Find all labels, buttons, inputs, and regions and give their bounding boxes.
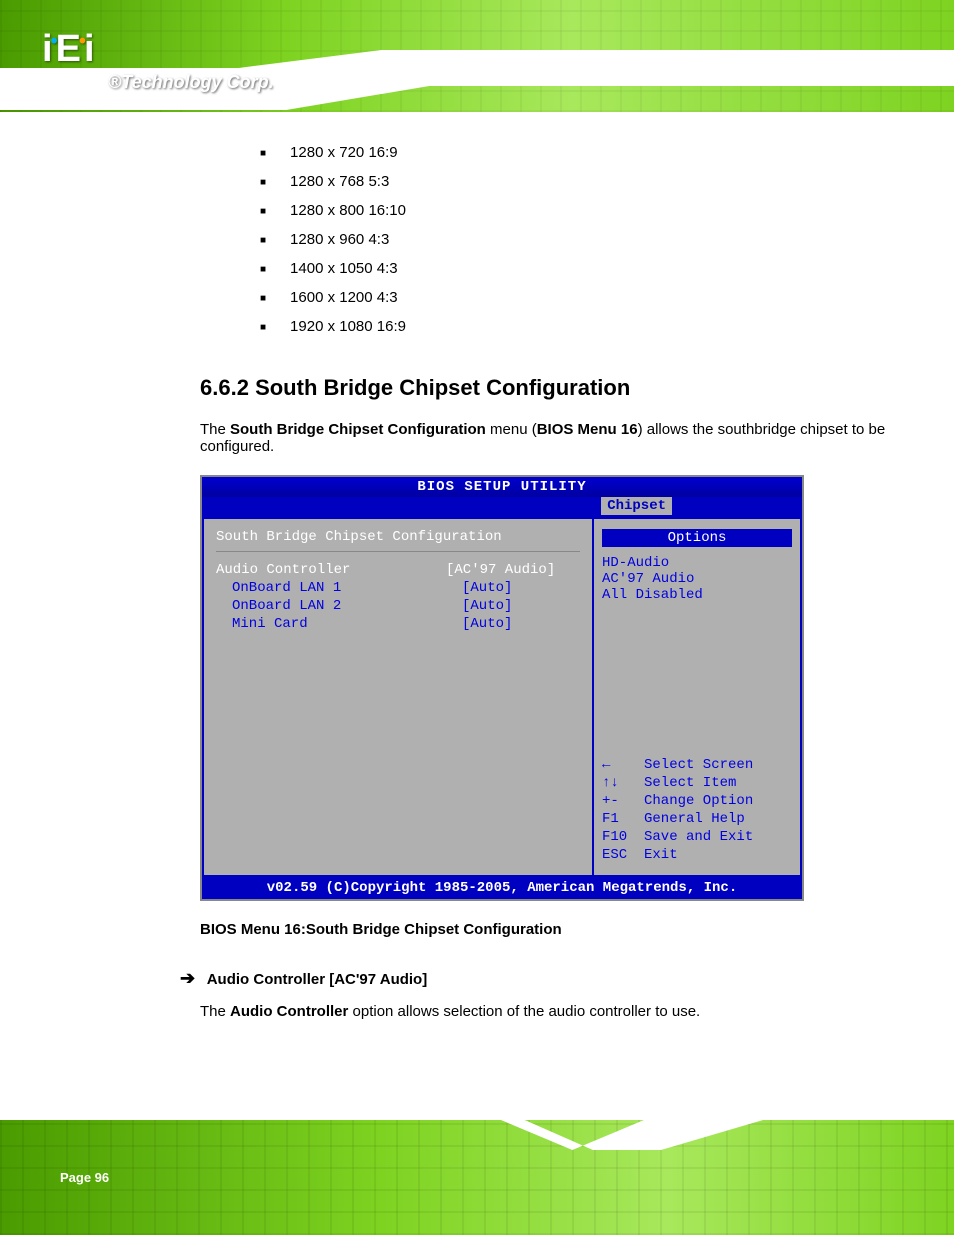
bios-screenshot: BIOS SETUP UTILITY Chipset South Bridge … (200, 475, 804, 901)
section-intro: The South Bridge Chipset Configuration m… (200, 421, 894, 455)
bios-option: HD-Audio (602, 555, 792, 571)
bios-help-line: ESCExit (602, 847, 792, 863)
header-product: AFL-4xxA-N270 Series Panel PC (693, 52, 899, 68)
bios-setting-value: [Auto] (462, 616, 512, 632)
list-item: 1600 x 1200 4:3 (260, 289, 894, 306)
bios-right-panel: Options HD-AudioAC'97 AudioAll Disabled … (592, 517, 802, 877)
logo-prefix: i (42, 28, 51, 70)
logo-e: E (56, 28, 79, 70)
bios-help-line: +-Change Option (602, 793, 792, 809)
subsection-heading: ➔ Audio Controller [AC'97 Audio] (180, 968, 894, 989)
figure-caption: BIOS Menu 16:South Bridge Chipset Config… (200, 921, 894, 938)
bios-help-key: +- (602, 793, 644, 809)
logo-suffix: i (84, 28, 93, 70)
text-ref: BIOS Menu 16 (537, 421, 638, 438)
bios-setting-label: OnBoard LAN 1 (216, 580, 462, 596)
text-bold: South Bridge Chipset Configuration (230, 421, 486, 438)
text-bold: Audio Controller (230, 1003, 348, 1020)
logo: i•E•i (42, 28, 93, 71)
bottom-banner: Page 96 (0, 1120, 954, 1235)
tagline: ®Technology Corp. (108, 72, 274, 93)
bios-left-panel: South Bridge Chipset Configuration Audio… (202, 517, 592, 877)
bios-help-key: F10 (602, 829, 644, 845)
bios-help-line: ↑↓Select Item (602, 775, 792, 791)
text: menu ( (486, 421, 537, 438)
bios-title: BIOS SETUP UTILITY (202, 477, 802, 497)
list-item: 1280 x 768 5:3 (260, 173, 894, 190)
resolution-list: 1280 x 720 16:9 1280 x 768 5:3 1280 x 80… (260, 144, 894, 335)
bios-help-line: F1General Help (602, 811, 792, 827)
text: option allows selection of the audio con… (348, 1003, 700, 1020)
bios-help-key: ↑↓ (602, 775, 644, 791)
divider (216, 551, 580, 552)
list-item: 1920 x 1080 16:9 (260, 318, 894, 335)
bios-options-header: Options (602, 529, 792, 547)
bios-help-text: Save and Exit (644, 829, 753, 845)
bios-help-key: F1 (602, 811, 644, 827)
bios-help-line: ←Select Screen (602, 757, 792, 773)
section-heading: 6.6.2 South Bridge Chipset Configuration (200, 375, 894, 401)
text: The (200, 1003, 230, 1020)
bios-tab-bar: Chipset (202, 497, 802, 517)
section-number: 6.6.2 (200, 375, 249, 400)
bios-setting-row: Mini Card[Auto] (216, 616, 580, 632)
bios-help-key: ← (602, 757, 644, 773)
bios-setting-label: Audio Controller (216, 562, 446, 578)
bios-option: All Disabled (602, 587, 792, 603)
bios-setting-row: OnBoard LAN 2[Auto] (216, 598, 580, 614)
bios-setting-value: [AC'97 Audio] (446, 562, 555, 578)
bios-setting-label: Mini Card (216, 616, 462, 632)
bios-tab-chipset: Chipset (601, 497, 672, 515)
text: The (200, 421, 230, 438)
bios-setting-value: [Auto] (462, 598, 512, 614)
subsection-title: Audio Controller [AC'97 Audio] (207, 971, 428, 988)
bios-help-text: General Help (644, 811, 745, 827)
list-item: 1280 x 960 4:3 (260, 231, 894, 248)
bios-help-text: Change Option (644, 793, 753, 809)
bios-option: AC'97 Audio (602, 571, 792, 587)
page-content: 1280 x 720 16:9 1280 x 768 5:3 1280 x 80… (0, 112, 954, 1020)
bios-help-text: Select Item (644, 775, 736, 791)
list-item: 1280 x 800 16:10 (260, 202, 894, 219)
page-number: Page 96 (60, 1170, 109, 1185)
bios-setting-label: OnBoard LAN 2 (216, 598, 462, 614)
list-item: 1400 x 1050 4:3 (260, 260, 894, 277)
bios-help-line: F10Save and Exit (602, 829, 792, 845)
bios-footer: v02.59 (C)Copyright 1985-2005, American … (202, 877, 802, 899)
bios-left-title: South Bridge Chipset Configuration (216, 529, 580, 545)
bios-setting-row: Audio Controller[AC'97 Audio] (216, 562, 580, 578)
bios-help-key: ESC (602, 847, 644, 863)
list-item: 1280 x 720 16:9 (260, 144, 894, 161)
bios-help: ←Select Screen↑↓Select Item+-Change Opti… (602, 755, 792, 865)
bios-setting-value: [Auto] (462, 580, 512, 596)
bios-setting-row: OnBoard LAN 1[Auto] (216, 580, 580, 596)
top-banner: i•E•i ®Technology Corp. AFL-4xxA-N270 Se… (0, 0, 954, 112)
bios-help-text: Exit (644, 847, 678, 863)
subsection-body: The Audio Controller option allows selec… (200, 1003, 894, 1020)
bios-help-text: Select Screen (644, 757, 753, 773)
section-title: South Bridge Chipset Configuration (255, 375, 630, 400)
arrow-icon: ➔ (180, 968, 195, 988)
